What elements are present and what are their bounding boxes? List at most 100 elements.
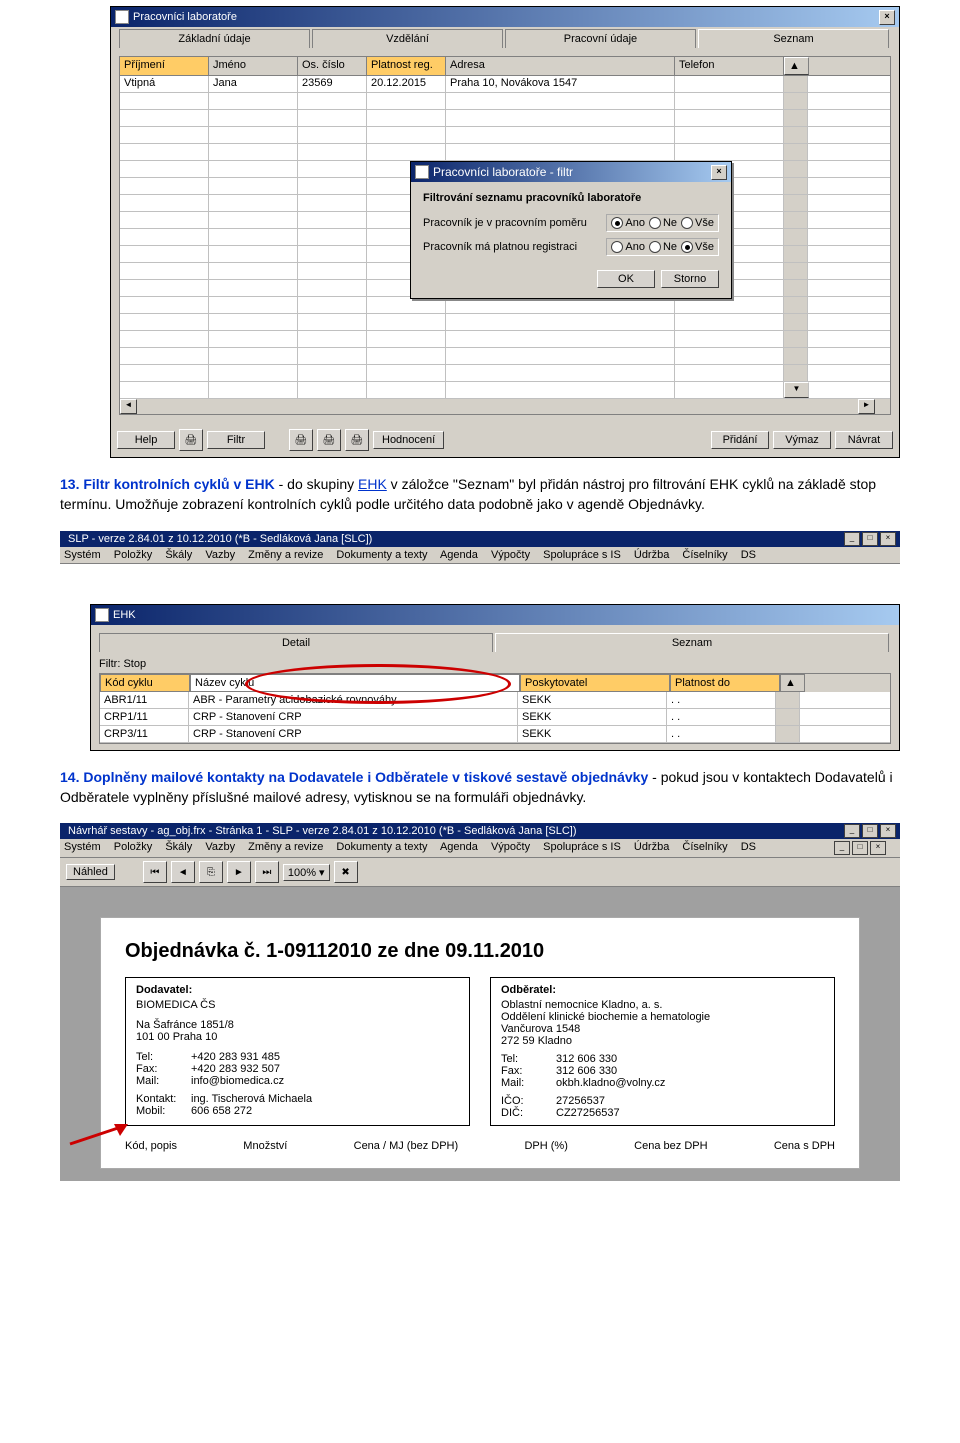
menu-vazby[interactable]: Vazby — [205, 549, 235, 561]
table-row — [120, 110, 890, 127]
zoom-select[interactable]: 100% ▾ — [283, 864, 330, 881]
table-row — [120, 297, 890, 314]
tab-zakladni[interactable]: Základní údaje — [119, 29, 310, 48]
first-page-icon[interactable]: ⏮ — [143, 861, 167, 883]
table-row — [120, 144, 890, 161]
scroll-left-icon[interactable]: ◄ — [120, 399, 137, 414]
scroll-down-icon[interactable]: ▼ — [784, 382, 809, 398]
radio-ano[interactable]: Ano — [611, 217, 645, 229]
menu-udrzba[interactable]: Údržba — [634, 549, 669, 561]
pridani-button[interactable]: Přidání — [711, 431, 769, 449]
annotation-arrow — [68, 1122, 128, 1146]
navrat-button[interactable]: Návrat — [835, 431, 893, 449]
print-icon[interactable]: 🖨 — [179, 429, 203, 451]
menu-skaly[interactable]: Škály — [165, 549, 192, 561]
maximize-icon[interactable]: □ — [862, 532, 878, 546]
print-icon[interactable]: 🖨 — [345, 429, 369, 451]
radio-ano[interactable]: Ano — [611, 241, 645, 253]
slp-titlebar: SLP - verze 2.84.01 z 10.12.2010 (*B - S… — [60, 531, 900, 547]
ehk-titlebar[interactable]: EHK — [91, 605, 899, 625]
minimize-icon[interactable]: _ — [844, 532, 860, 546]
minimize-icon[interactable]: _ — [834, 841, 850, 855]
registration-label: Pracovník má platnou registraci — [423, 241, 600, 253]
titlebar[interactable]: Pracovníci laboratoře × — [111, 7, 899, 27]
radio-vse[interactable]: Vše — [681, 217, 714, 229]
radio-vse[interactable]: Vše — [681, 241, 714, 253]
paragraph-13: 13. Filtr kontrolních cyklů v EHK - do s… — [60, 474, 900, 515]
close-icon[interactable]: × — [880, 532, 896, 546]
paragraph-14: 14. Doplněny mailové kontakty na Dodavat… — [60, 767, 900, 808]
window-title: Pracovníci laboratoře — [133, 11, 237, 23]
col-prijmeni[interactable]: Příjmení — [120, 57, 209, 75]
menu-ciselniky[interactable]: Číselníky — [682, 549, 727, 561]
close-icon[interactable]: × — [711, 165, 727, 180]
close-icon[interactable]: × — [870, 841, 886, 855]
tab-seznam[interactable]: Seznam — [698, 29, 889, 48]
menu-ds[interactable]: DS — [741, 549, 756, 561]
scroll-right-icon[interactable]: ► — [858, 399, 875, 414]
scroll-up-icon[interactable]: ▲ — [780, 674, 805, 692]
customer-box: Odběratel: Oblastní nemocnice Kladno, a.… — [490, 977, 835, 1126]
print-icon[interactable]: 🖨 — [317, 429, 341, 451]
minimize-icon[interactable]: _ — [844, 824, 860, 838]
close-preview-icon[interactable]: ✖ — [334, 861, 358, 883]
col-cislo[interactable]: Os. číslo — [298, 57, 367, 75]
app-icon — [115, 10, 129, 24]
report-title: Objednávka č. 1-09112010 ze dne 09.11.20… — [125, 940, 835, 963]
col-jmeno[interactable]: Jméno — [209, 57, 298, 75]
col-platnost[interactable]: Platnost reg. — [367, 57, 446, 75]
maximize-icon[interactable]: □ — [852, 841, 868, 855]
vymaz-button[interactable]: Výmaz — [773, 431, 831, 449]
ehk-link[interactable]: EHK — [358, 476, 387, 492]
registration-radio-group: Ano Ne Vše — [606, 238, 719, 256]
col-kod[interactable]: Kód cyklu — [100, 674, 190, 692]
next-page-icon[interactable]: ► — [227, 861, 251, 883]
ok-button[interactable]: OK — [597, 270, 655, 288]
report-stage: Objednávka č. 1-09112010 ze dne 09.11.20… — [60, 887, 900, 1181]
main-menubar: Systém Položky Škály Vazby Změny a reviz… — [60, 547, 900, 564]
col-adresa[interactable]: Adresa — [446, 57, 675, 75]
last-page-icon[interactable]: ⏭ — [255, 861, 279, 883]
close-icon[interactable]: × — [879, 10, 895, 25]
table-row[interactable]: ABR1/11ABR - Parametry acidobazické rovn… — [100, 692, 890, 709]
menu-system[interactable]: Systém — [64, 549, 101, 561]
col-platnost[interactable]: Platnost do — [670, 674, 780, 692]
storno-button[interactable]: Storno — [661, 270, 719, 288]
table-row — [120, 314, 890, 331]
tab-pracovni[interactable]: Pracovní údaje — [505, 29, 696, 48]
table-row[interactable]: Vtipná Jana 23569 20.12.2015 Praha 10, N… — [120, 76, 890, 93]
hodnoceni-button[interactable]: Hodnocení — [373, 431, 444, 449]
radio-ne[interactable]: Ne — [649, 217, 677, 229]
close-icon[interactable]: × — [880, 824, 896, 838]
menu-polozky[interactable]: Položky — [114, 549, 153, 561]
app-icon — [415, 165, 429, 179]
menu-spoluprace[interactable]: Spolupráce s IS — [543, 549, 621, 561]
employment-radio-group: Ano Ne Vše — [606, 214, 719, 232]
menu-vypocty[interactable]: Výpočty — [491, 549, 530, 561]
dialog-titlebar[interactable]: Pracovníci laboratoře - filtr × — [411, 162, 731, 182]
goto-icon[interactable]: ⎘ — [199, 861, 223, 883]
tab-seznam[interactable]: Seznam — [495, 633, 889, 652]
tab-vzdelani[interactable]: Vzdělání — [312, 29, 503, 48]
scroll-up-icon[interactable]: ▲ — [784, 57, 809, 75]
maximize-icon[interactable]: □ — [862, 824, 878, 838]
employment-label: Pracovník je v pracovním poměru — [423, 217, 600, 229]
menu-zmeny[interactable]: Změny a revize — [248, 549, 323, 561]
nahled-button[interactable]: Náhled — [66, 864, 115, 880]
table-row[interactable]: CRP1/11CRP - Stanovení CRPSEKK. . — [100, 709, 890, 726]
filtr-button[interactable]: Filtr — [207, 431, 265, 449]
table-row[interactable]: CRP3/11CRP - Stanovení CRPSEKK. . — [100, 726, 890, 743]
menu-dokumenty[interactable]: Dokumenty a texty — [336, 549, 427, 561]
print-icon[interactable]: 🖨 — [289, 429, 313, 451]
prev-page-icon[interactable]: ◄ — [171, 861, 195, 883]
bottom-toolbar: Help 🖨 Filtr 🖨 🖨 🖨 Hodnocení Přidání Vým… — [111, 423, 899, 457]
tab-detail[interactable]: Detail — [99, 633, 493, 652]
dialog-heading: Filtrování seznamu pracovníků laboratoře — [423, 192, 719, 204]
help-button[interactable]: Help — [117, 431, 175, 449]
radio-ne[interactable]: Ne — [649, 241, 677, 253]
col-poskytovatel[interactable]: Poskytovatel — [520, 674, 670, 692]
table-row — [120, 127, 890, 144]
col-nazev[interactable]: Název cyklu — [190, 674, 520, 692]
menu-agenda[interactable]: Agenda — [440, 549, 478, 561]
col-telefon[interactable]: Telefon — [675, 57, 784, 75]
